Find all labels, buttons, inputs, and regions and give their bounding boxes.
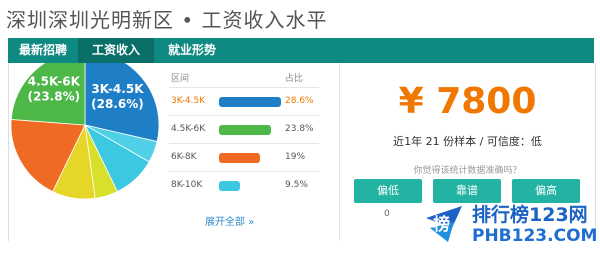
range-label: 4.5K-6K	[171, 124, 206, 134]
share-value: 19%	[285, 152, 306, 162]
share-value: 23.8%	[285, 124, 314, 134]
logo-icon: 榜	[426, 206, 462, 242]
expand-all-link[interactable]: 展开全部 »	[205, 213, 254, 228]
range-label: 3K-4.5K	[171, 96, 206, 106]
page-title: 深圳深圳光明新区 • 工资收入水平	[6, 8, 328, 32]
site-watermark: 榜 排行榜123网 PHB123.COM	[420, 196, 600, 253]
table-row: 4.5K-6K 23.8%	[169, 115, 319, 144]
tab-salary-income[interactable]: 工资收入	[78, 38, 154, 63]
tab-bar: 最新招聘 工资收入 就业形势	[8, 38, 594, 63]
table-row: 3K-4.5K 28.6%	[169, 87, 319, 116]
share-value: 28.6%	[285, 96, 314, 106]
range-label: 8K-10K	[171, 180, 203, 190]
share-bar	[219, 153, 261, 163]
accuracy-question: 你觉得该统计数据准确吗？	[413, 166, 522, 176]
tab-employment-situation[interactable]: 就业形势	[154, 38, 230, 63]
watermark-url: PHB123.COM	[472, 226, 598, 246]
share-bar	[219, 125, 271, 135]
table-row: 8K-10K 9.5%	[169, 171, 319, 200]
watermark-name: 排行榜123网	[472, 204, 588, 226]
range-label: 6K-8K	[171, 152, 197, 162]
share-value: 9.5%	[285, 180, 308, 190]
pie-label: (23.8%)	[27, 89, 80, 103]
header-range: 区间	[171, 74, 190, 84]
share-bar	[219, 97, 281, 107]
vote-low-count: 0	[384, 209, 390, 219]
header-share: 占比	[285, 74, 304, 84]
pie-label: (28.6%)	[91, 97, 144, 111]
pie-label: 4.5K-6K	[28, 74, 81, 88]
sample-info: 近1年 21 份样本 / 可信度：低	[393, 135, 542, 148]
salary-pie-chart: 3K-4.5K(28.6%) 4.5K-6K(23.8%)	[10, 63, 160, 200]
vote-low-button[interactable]: 偏低	[354, 179, 422, 203]
average-salary: ¥ 7800	[398, 81, 537, 122]
tab-latest-jobs[interactable]: 最新招聘	[8, 38, 78, 63]
share-bar	[219, 181, 240, 191]
svg-text:榜: 榜	[433, 214, 450, 235]
pie-label: 3K-4.5K	[91, 82, 144, 96]
table-row: 6K-8K 19%	[169, 143, 319, 172]
